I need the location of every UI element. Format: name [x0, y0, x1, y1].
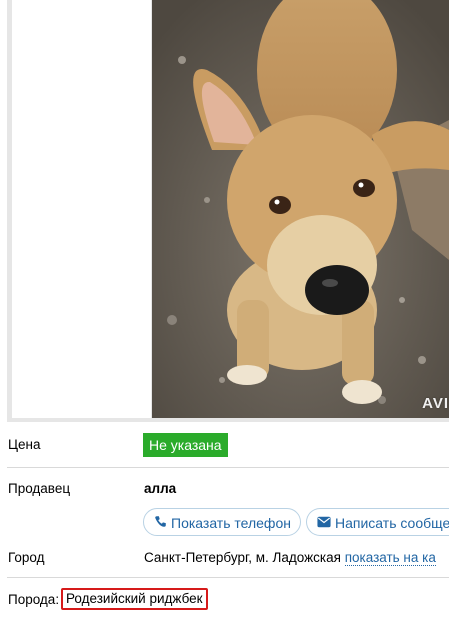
seller-label: Продавец — [8, 481, 71, 496]
show-on-map-link[interactable]: показать на ка — [344, 550, 436, 566]
breed-label: Порода: — [8, 592, 60, 607]
dog-photo — [152, 0, 449, 418]
phone-icon — [154, 509, 167, 535]
divider — [7, 577, 449, 578]
photo-watermark: AVI — [422, 395, 449, 412]
city-name: Санкт-Петербург, м. Ладожская — [144, 550, 341, 565]
main-photo[interactable]: AVI — [152, 0, 449, 418]
show-phone-label: Показать телефон — [171, 515, 291, 531]
city-label: Город — [8, 550, 45, 565]
envelope-icon — [317, 509, 331, 535]
write-message-label: Написать сообще — [335, 515, 449, 531]
show-phone-button[interactable]: Показать телефон — [143, 508, 301, 536]
price-badge: Не указана — [143, 433, 228, 457]
city-value: Санкт-Петербург, м. Ладожская показать н… — [144, 550, 436, 566]
seller-name[interactable]: алла — [144, 481, 176, 496]
write-message-button[interactable]: Написать сообще — [306, 508, 449, 536]
breed-value: Родезийский риджбек — [66, 591, 203, 606]
divider — [7, 467, 449, 468]
price-label: Цена — [8, 437, 41, 452]
gallery-thumbnail-area — [12, 0, 151, 418]
breed-value-highlight: Родезийский риджбек — [61, 588, 208, 610]
